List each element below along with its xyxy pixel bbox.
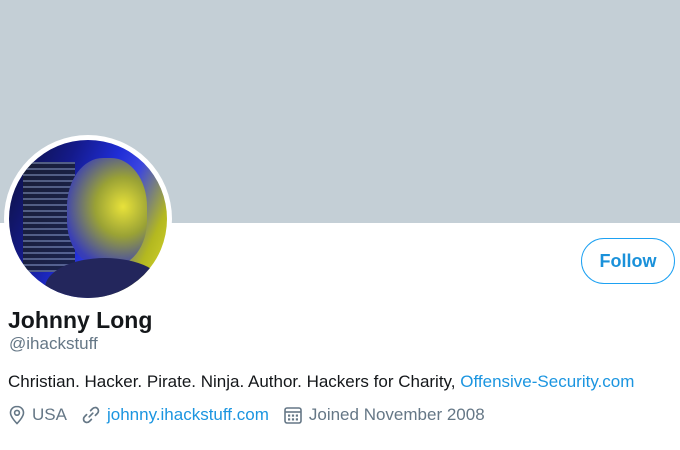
- joined-text: Joined November 2008: [308, 405, 485, 424]
- location-item: USA: [8, 405, 67, 425]
- link-icon: [82, 406, 100, 424]
- profile-meta: USA johnny.ihackstuff.com Joined Novembe…: [8, 405, 499, 425]
- avatar-face: [67, 158, 147, 266]
- website-link[interactable]: johnny.ihackstuff.com: [107, 405, 269, 425]
- avatar[interactable]: [4, 135, 172, 303]
- website-item[interactable]: johnny.ihackstuff.com: [81, 405, 269, 425]
- calendar-icon: [284, 407, 302, 424]
- follow-button[interactable]: Follow: [581, 238, 675, 284]
- profile-handle: @ihackstuff: [9, 334, 98, 353]
- avatar-photo: [9, 140, 167, 298]
- profile-display-name: Johnny Long: [8, 307, 153, 333]
- bio-link[interactable]: Offensive-Security.com: [460, 372, 634, 391]
- profile-bio: Christian. Hacker. Pirate. Ninja. Author…: [8, 372, 634, 392]
- joined-item: Joined November 2008: [283, 405, 485, 425]
- location-text: USA: [32, 405, 67, 424]
- bio-text: Christian. Hacker. Pirate. Ninja. Author…: [8, 372, 461, 391]
- location-pin-icon: [9, 405, 25, 425]
